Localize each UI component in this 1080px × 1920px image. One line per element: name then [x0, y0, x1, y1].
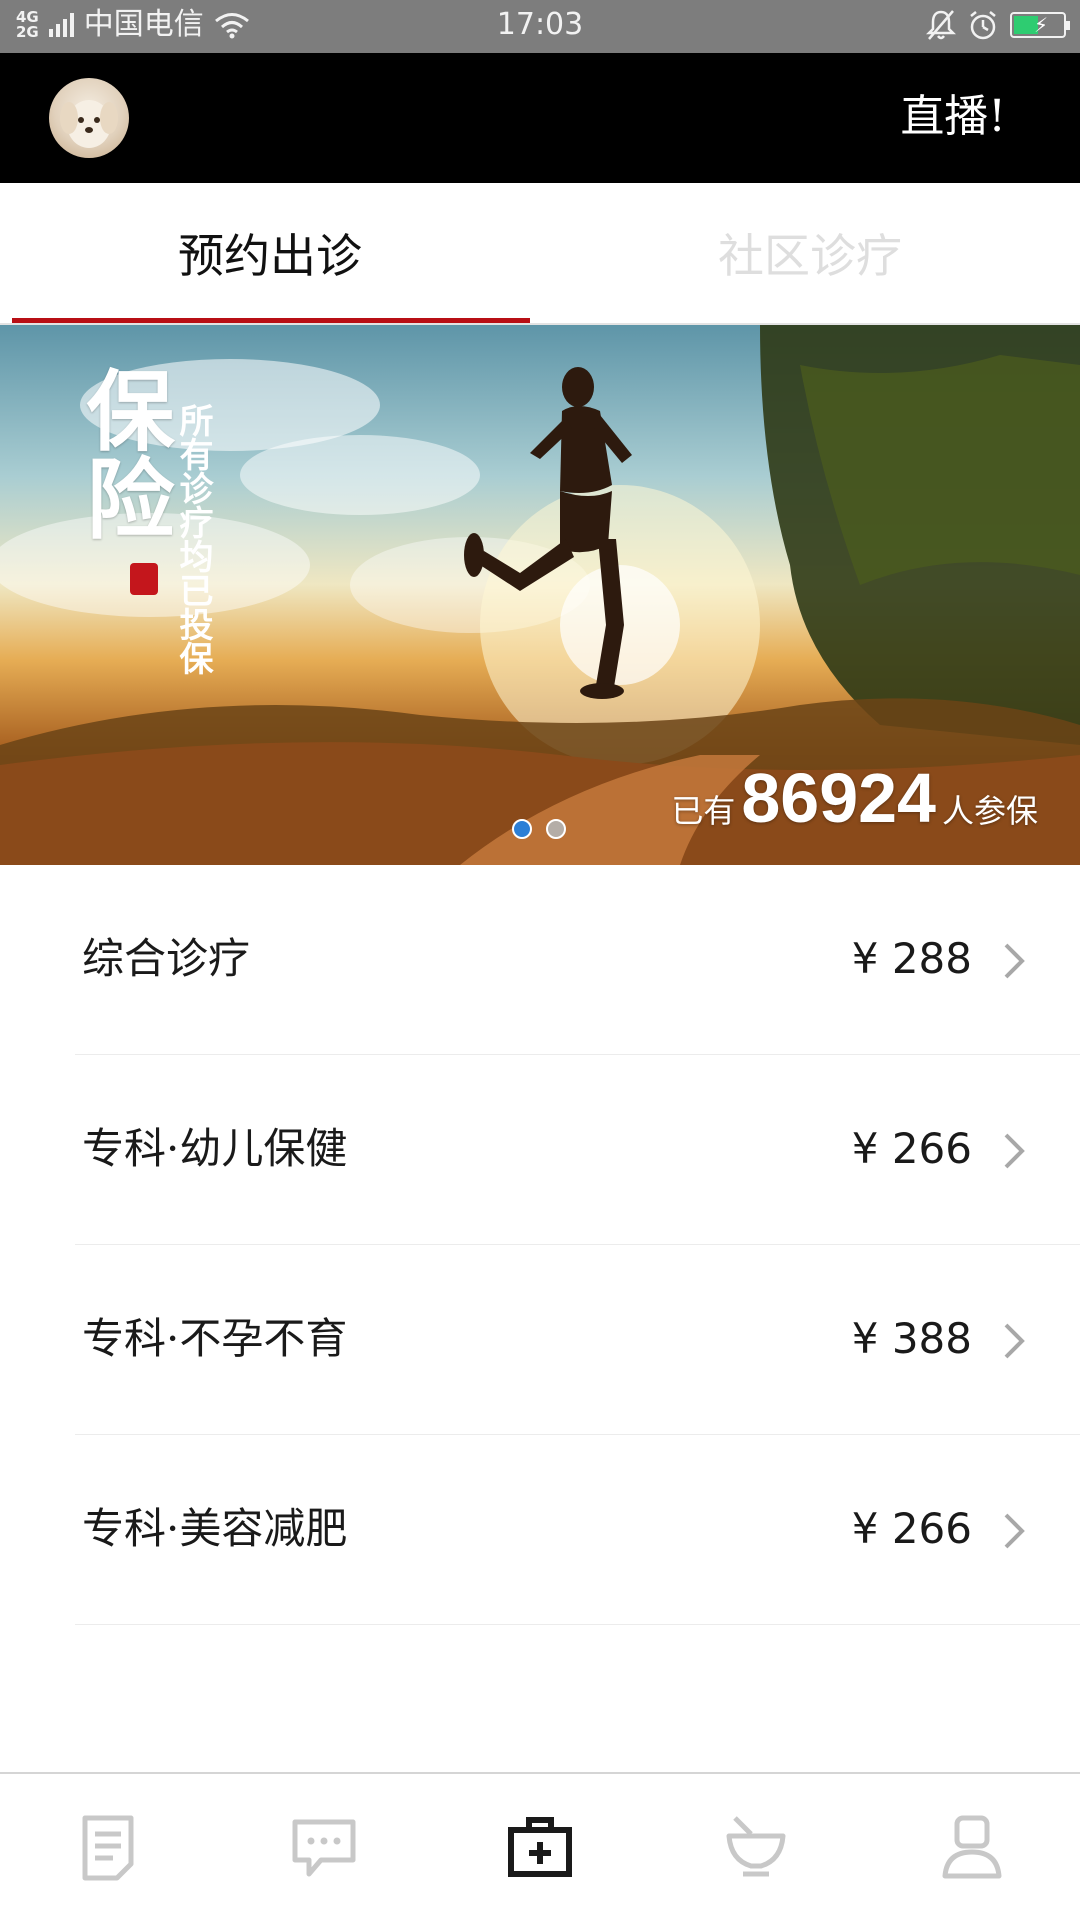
service-price: ¥ 388 [851, 1314, 972, 1363]
seal-stamp [130, 563, 158, 595]
mortar-icon [726, 1816, 786, 1877]
service-price: ¥ 266 [851, 1124, 972, 1173]
nav-item-clinic[interactable] [432, 1774, 648, 1920]
nav-item-pharmacy[interactable] [648, 1774, 864, 1920]
service-item-beauty-slimming[interactable]: 专科·美容减肥 ¥ 266 [0, 1435, 1080, 1625]
banner-title: 保险 [72, 365, 176, 541]
mute-icon [926, 10, 956, 40]
chat-icon [292, 1819, 356, 1877]
service-name: 专科·幼儿保健 [82, 1124, 348, 1173]
insured-count: 已有 86924 人参保 [671, 763, 1038, 833]
service-list: 综合诊疗 ¥ 288 专科·幼儿保健 ¥ 266 专科·不孕不育 ¥ 388 专… [0, 865, 1080, 1625]
dog-avatar-icon [60, 100, 118, 148]
service-item-child-care[interactable]: 专科·幼儿保健 ¥ 266 [0, 1055, 1080, 1245]
insured-count-value: 86924 [741, 759, 936, 837]
app-header: 直播! [0, 53, 1080, 183]
chevron-right-icon [1004, 1133, 1025, 1169]
status-bar: 4G 2G 中国电信 17:03 ⚡ [0, 0, 1080, 53]
status-right: ⚡ [926, 9, 1070, 41]
tab-indicator [12, 318, 530, 323]
insured-count-prefix: 已有 [671, 793, 736, 829]
nav-item-messages[interactable] [216, 1774, 432, 1920]
tab-community-clinic[interactable]: 社区诊疗 [540, 183, 1080, 323]
service-item-infertility[interactable]: 专科·不孕不育 ¥ 388 [0, 1245, 1080, 1435]
insured-count-suffix: 人参保 [941, 793, 1038, 829]
banner-subtitle: 所有诊疗均已投保 [173, 403, 213, 675]
chevron-right-icon [1004, 1323, 1025, 1359]
nav-item-profile[interactable] [864, 1774, 1080, 1920]
tab-bar: 预约出诊 社区诊疗 [0, 183, 1080, 325]
live-button[interactable]: 直播! [900, 91, 1006, 143]
service-name: 综合诊疗 [82, 934, 251, 983]
service-item-general[interactable]: 综合诊疗 ¥ 288 [0, 865, 1080, 1055]
medical-kit-icon [508, 1817, 572, 1877]
chevron-right-icon [1004, 1513, 1025, 1549]
bottom-nav [0, 1772, 1080, 1920]
alarm-icon [970, 11, 996, 40]
tab-appointment[interactable]: 预约出诊 [0, 183, 540, 323]
status-time: 17:03 [496, 7, 584, 42]
avatar[interactable] [49, 78, 129, 158]
carousel-dots [512, 819, 566, 839]
document-icon [82, 1815, 134, 1881]
carousel-dot-1[interactable] [512, 819, 532, 839]
battery-icon: ⚡ [1010, 12, 1070, 38]
service-price: ¥ 266 [851, 1504, 972, 1553]
profile-icon [942, 1815, 1002, 1879]
chevron-right-icon [1004, 943, 1025, 979]
service-name: 专科·美容减肥 [82, 1504, 348, 1553]
service-name: 专科·不孕不育 [82, 1314, 348, 1363]
insurance-banner[interactable]: 保险 所有诊疗均已投保 已有 86924 人参保 [0, 325, 1080, 865]
nav-item-documents[interactable] [0, 1774, 216, 1920]
carousel-dot-2[interactable] [546, 819, 566, 839]
service-price: ¥ 288 [851, 934, 972, 983]
